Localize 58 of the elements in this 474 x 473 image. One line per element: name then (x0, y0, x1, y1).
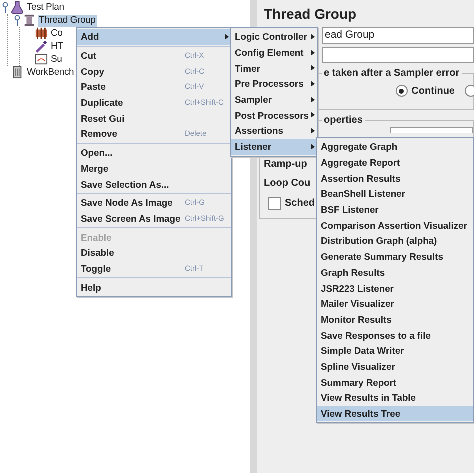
radio-button[interactable] (465, 85, 474, 97)
menu-item[interactable]: Comparison Assertion Visualizer (317, 217, 473, 234)
tree-node[interactable]: Test Plan (26, 2, 66, 14)
tree-node[interactable]: Co (50, 28, 64, 40)
radio-button[interactable] (396, 85, 408, 97)
menu-item[interactable]: BeanShell Listener (317, 186, 473, 202)
expand-handle-icon[interactable] (14, 14, 21, 26)
menu-item[interactable]: Spline Visualizer (317, 358, 473, 374)
menu-item[interactable]: Distribution Graph (alpha) (317, 233, 473, 249)
menu-item[interactable]: Pre Processors (231, 76, 317, 92)
cabinet-icon (11, 66, 24, 79)
menu-item[interactable]: Merge (77, 160, 231, 176)
menu-item[interactable]: JSR223 Listener (317, 280, 473, 296)
menu-item[interactable]: View Results Tree (317, 406, 473, 422)
field-label: Ramp-up (264, 158, 308, 172)
menu-item[interactable]: Monitor Results (317, 312, 473, 328)
field-label: Loop Cou (264, 177, 311, 191)
menu-item[interactable]: Aggregate Graph (317, 139, 473, 155)
spool-icon (23, 14, 36, 27)
tree-node[interactable]: Thread Group (38, 14, 97, 26)
menu-item[interactable]: Aggregate Report (317, 154, 473, 170)
menu-item[interactable]: View Results in Table (317, 390, 473, 406)
pipette-icon (35, 40, 48, 53)
menu-item[interactable]: Summary Report (317, 374, 473, 390)
menu-item[interactable]: BSF Listener (317, 202, 473, 218)
menu-item[interactable]: Generate Summary Results (317, 248, 473, 264)
menu-item[interactable]: Graph Results (317, 264, 473, 280)
menu-item[interactable]: Help (77, 279, 231, 295)
thread-count-field[interactable] (390, 127, 473, 133)
menu-item[interactable]: Save Selection As... (77, 176, 231, 192)
comments-field[interactable] (322, 47, 474, 63)
menu-item[interactable]: Timer (231, 60, 317, 76)
menu-item[interactable]: Logic Controller (231, 29, 317, 45)
menu-item[interactable]: Config Element (231, 44, 317, 60)
tree-node[interactable]: HT (50, 40, 64, 52)
flask-icon (11, 1, 24, 14)
checkbox[interactable] (268, 197, 281, 210)
menu-item[interactable]: Listener (231, 138, 317, 154)
group-title: e taken after a Sampler error (323, 68, 461, 79)
group-title: operties (323, 115, 364, 126)
checkbox-label[interactable]: Sched (285, 198, 316, 209)
menu-item[interactable]: Save Responses to a file (317, 327, 473, 343)
tree-node[interactable]: WorkBench (26, 66, 76, 78)
menu-item[interactable]: Open... (77, 144, 231, 160)
radio-label[interactable]: Continue (412, 86, 455, 96)
menu-item[interactable]: Simple Data Writer (317, 342, 473, 359)
menu-item[interactable]: Disable (77, 244, 231, 261)
tree-node[interactable]: Su (50, 54, 64, 66)
menu-item[interactable]: Reset Gui (77, 110, 231, 126)
menu-item[interactable]: Post Processors (231, 107, 317, 124)
expand-handle-icon[interactable] (2, 2, 9, 14)
name-field[interactable]: ead Group (322, 27, 474, 44)
menu-item[interactable]: Add (77, 29, 231, 45)
menu-item[interactable]: Sampler (231, 92, 317, 108)
panel-title: Thread Group (264, 6, 358, 22)
report-icon (35, 53, 48, 66)
menu-item[interactable]: Assertion Results (317, 170, 473, 186)
menu-item[interactable]: Mailer Visualizer (317, 296, 473, 312)
